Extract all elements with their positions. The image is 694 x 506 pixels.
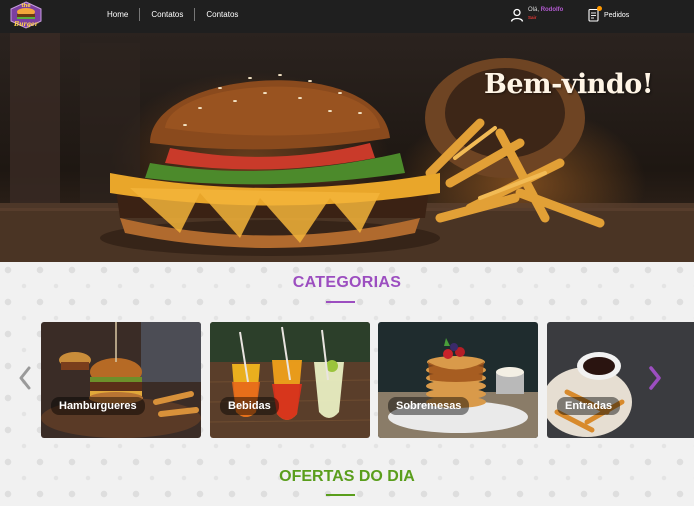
logo-text-top: the — [21, 3, 31, 9]
category-label: Hamburgueres — [51, 397, 145, 415]
category-card-sobremesas[interactable]: Sobremesas — [378, 322, 538, 438]
categories-section: CATEGORIAS Hamburgueres Bebidas Sobremes… — [0, 262, 694, 506]
categories-title-underline — [326, 301, 355, 303]
nav-link-contatos[interactable]: Contatos — [140, 10, 194, 19]
hero-banner: Bem-vindo! — [0, 33, 694, 262]
offers-title-underline — [326, 494, 355, 496]
hamburgueres-image — [41, 322, 201, 438]
orders-badge — [597, 6, 602, 11]
logo-text-bottom: Burger — [13, 21, 39, 28]
burger-logo[interactable]: the Burger — [8, 1, 44, 29]
burger-and-fries-image — [0, 33, 694, 262]
main-nav: Home Contatos Contatos — [96, 0, 249, 28]
category-card-hamburgueres[interactable]: Hamburgueres — [41, 322, 201, 438]
category-card-entradas[interactable]: Entradas — [547, 322, 694, 438]
nav-link-contatos-2[interactable]: Contatos — [195, 10, 249, 19]
user-account[interactable]: Olá, Rodolfo Sair — [510, 7, 563, 25]
nav-link-home[interactable]: Home — [96, 10, 139, 19]
user-name: Rodolfo — [540, 7, 564, 13]
clipboard-icon — [588, 6, 602, 22]
category-label: Sobremesas — [388, 397, 470, 415]
entradas-image — [547, 322, 694, 438]
hero-welcome-title: Bem-vindo! — [484, 69, 654, 100]
user-icon — [510, 8, 524, 22]
logout-link[interactable]: Sair — [528, 14, 563, 21]
category-label: Entradas — [557, 397, 621, 415]
orders-button[interactable]: Pedidos — [588, 6, 630, 22]
sobremesas-image — [378, 322, 538, 438]
top-navigation-bar: the Burger Home Contatos Contatos Olá, R… — [0, 0, 694, 33]
category-label: Bebidas — [220, 397, 279, 415]
categories-title: CATEGORIAS — [292, 274, 402, 291]
carousel-prev-arrow-icon[interactable] — [17, 365, 33, 391]
orders-label: Pedidos — [604, 11, 630, 19]
category-card-bebidas[interactable]: Bebidas — [210, 322, 370, 438]
carousel-next-arrow-icon[interactable] — [647, 365, 663, 391]
offers-title: OFERTAS DO DIA — [279, 468, 415, 485]
bebidas-image — [210, 322, 370, 438]
user-greeting: Olá, — [528, 7, 540, 13]
